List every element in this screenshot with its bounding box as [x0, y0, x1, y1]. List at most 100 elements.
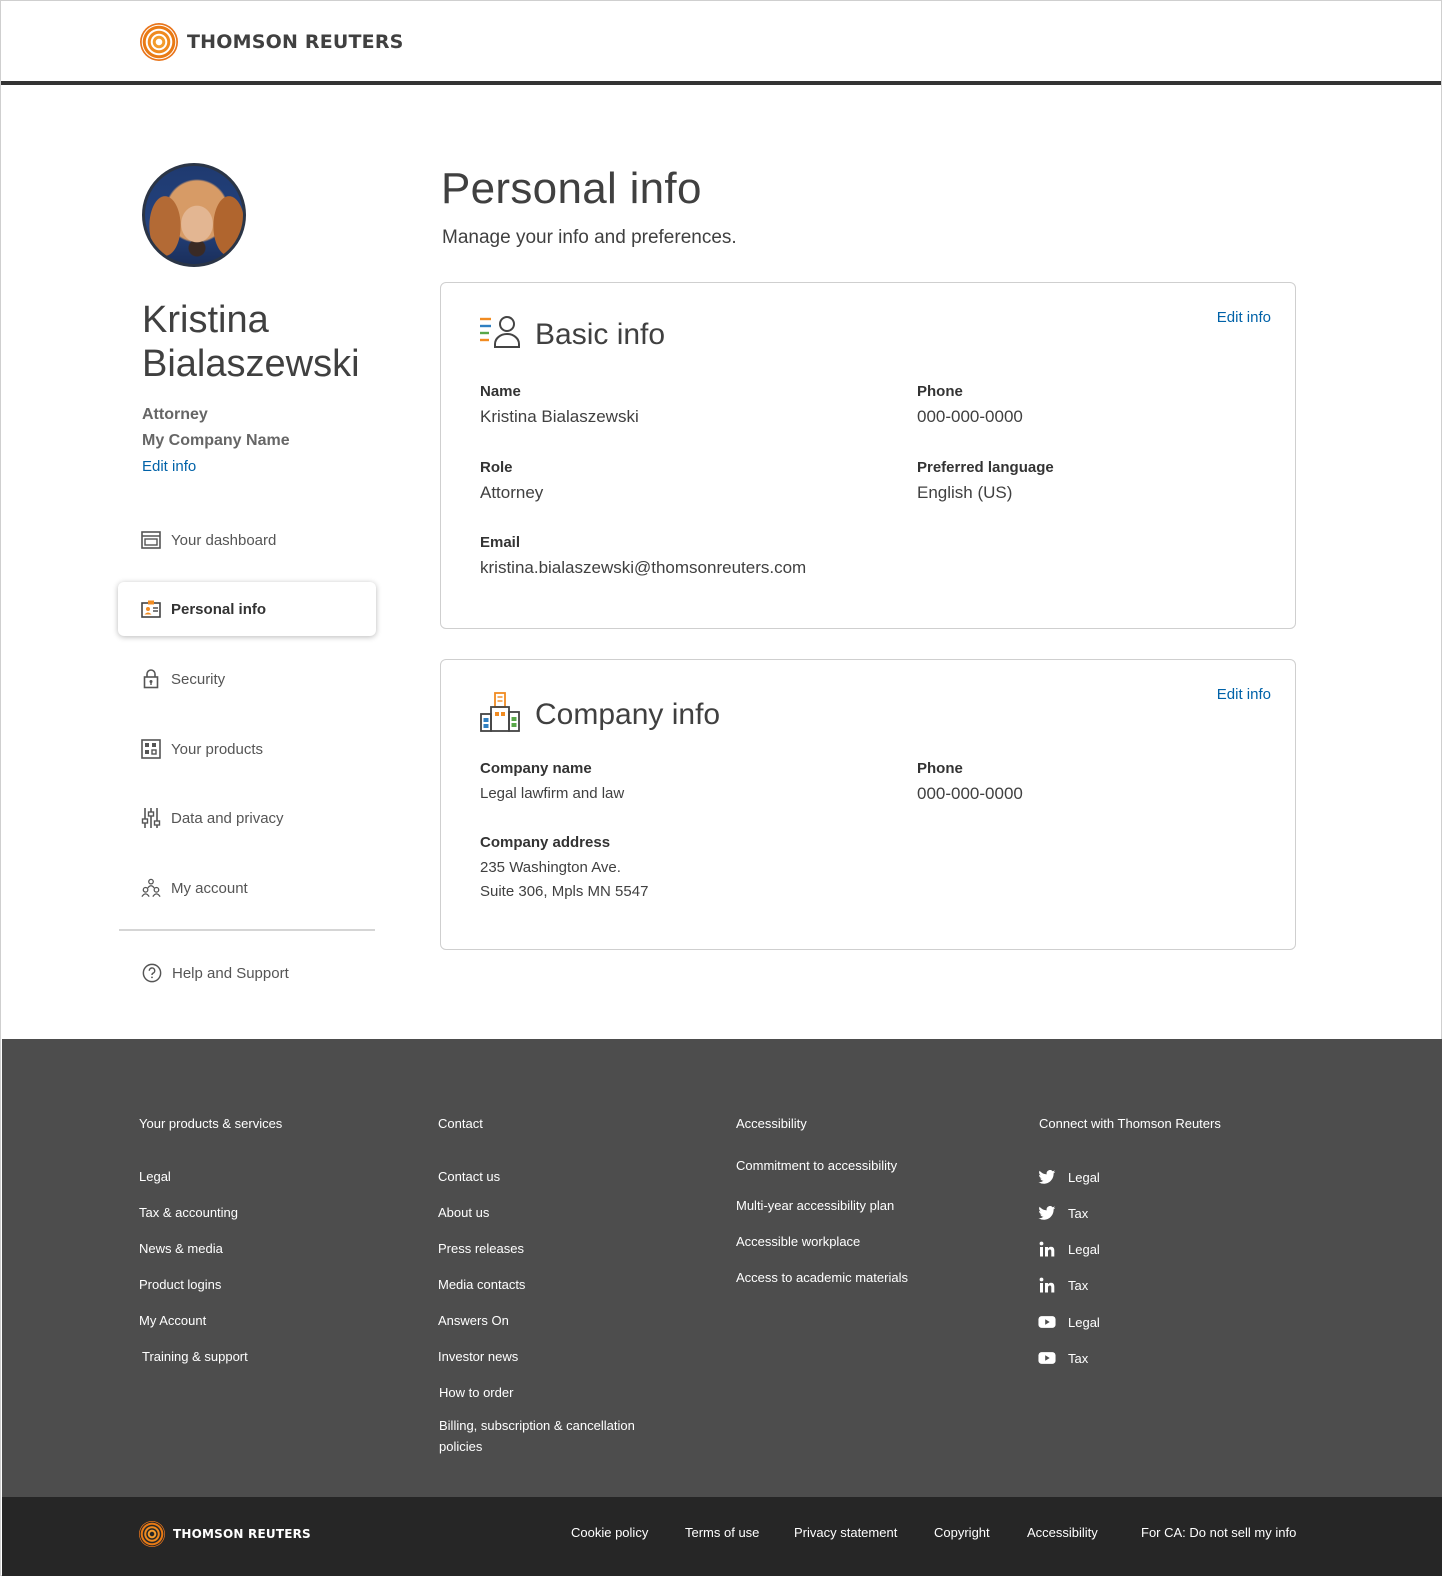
- nav-item-security[interactable]: Security: [118, 652, 376, 706]
- footer-link[interactable]: Multi-year accessibility plan: [736, 1198, 894, 1213]
- field-label: Phone: [917, 760, 963, 777]
- field-value: English (US): [917, 483, 1013, 502]
- site-footer: Your products & services Legal Tax & acc…: [2, 1039, 1442, 1497]
- nav-item-data-and-privacy[interactable]: Data and privacy: [118, 791, 376, 845]
- nav-item-my-account[interactable]: My account: [118, 861, 376, 915]
- nav-label: Your products: [171, 740, 264, 758]
- card-title: Basic info: [535, 317, 666, 351]
- social-label: Tax: [1068, 1205, 1089, 1221]
- page-subtitle: Manage your info and preferences.: [442, 227, 737, 248]
- id-card-icon: [141, 599, 161, 619]
- field-phone: Phone 000-000-0000: [917, 383, 1023, 429]
- footer-link[interactable]: Media contacts: [438, 1277, 525, 1292]
- field-company-name: Company name Legal lawfirm and law: [480, 760, 624, 806]
- bottom-link-accessibility[interactable]: Accessibility: [1027, 1525, 1098, 1540]
- footer-link-billing[interactable]: Billing, subscription & cancellation pol…: [439, 1415, 635, 1457]
- twitter-icon: [1038, 1205, 1056, 1221]
- field-value: Kristina Bialaszewski: [480, 407, 639, 426]
- thomson-reuters-logo[interactable]: THOMSON REUTERS: [140, 23, 404, 61]
- help-question-icon: [142, 963, 162, 983]
- company-building-icon: [479, 692, 521, 737]
- bottom-link-copyright[interactable]: Copyright: [934, 1525, 990, 1540]
- products-grid-icon: [141, 739, 161, 759]
- field-value: 000-000-0000: [917, 784, 1023, 803]
- billing-line-1: Billing, subscription & cancellation: [439, 1418, 635, 1433]
- social-link-linkedin-legal[interactable]: Legal: [1038, 1241, 1100, 1257]
- user-name: Kristina Bialaszewski: [142, 299, 360, 385]
- field-company-address: Company address 235 Washington Ave. Suit…: [480, 834, 648, 904]
- social-label: Legal: [1068, 1241, 1100, 1257]
- nav-item-help-and-support[interactable]: Help and Support: [118, 946, 376, 1000]
- sliders-icon: [141, 808, 161, 828]
- company-info-edit-link[interactable]: Edit info: [1217, 686, 1271, 703]
- social-link-twitter-legal[interactable]: Legal: [1038, 1169, 1100, 1185]
- nav-label: Help and Support: [172, 964, 289, 982]
- field-value: kristina.bialaszewski@thomsonreuters.com: [480, 558, 807, 577]
- footer-link[interactable]: Access to academic materials: [736, 1270, 908, 1285]
- social-label: Tax: [1068, 1277, 1089, 1293]
- basic-info-edit-link[interactable]: Edit info: [1217, 309, 1271, 326]
- site-header: THOMSON REUTERS: [1, 1, 1441, 85]
- footer-link[interactable]: Training & support: [142, 1349, 248, 1364]
- social-link-youtube-legal[interactable]: Legal: [1038, 1314, 1100, 1330]
- footer-link[interactable]: Investor news: [438, 1349, 518, 1364]
- nav-label: Data and privacy: [171, 809, 284, 827]
- footer-link[interactable]: Commitment to accessibility: [736, 1158, 897, 1173]
- field-company-phone: Phone 000-000-0000: [917, 760, 1023, 806]
- address-line-2: Suite 306, Mpls MN 5547: [480, 883, 649, 900]
- field-label: Phone: [917, 383, 963, 400]
- bottom-link-privacy-statement[interactable]: Privacy statement: [794, 1525, 897, 1540]
- nav-label: Your dashboard: [171, 531, 277, 549]
- bottom-bar: THOMSON REUTERS Cookie policy Terms of u…: [2, 1497, 1442, 1576]
- sidebar-edit-info-link[interactable]: Edit info: [142, 458, 196, 475]
- avatar: [142, 163, 246, 267]
- social-link-youtube-tax[interactable]: Tax: [1038, 1350, 1088, 1366]
- social-link-linkedin-tax[interactable]: Tax: [1038, 1277, 1088, 1293]
- footer-heading-accessibility: Accessibility: [736, 1116, 807, 1131]
- nav-label: My account: [171, 879, 248, 897]
- nav-item-your-dashboard[interactable]: Your dashboard: [118, 513, 376, 567]
- footer-link[interactable]: Tax & accounting: [139, 1205, 238, 1220]
- field-name: Name Kristina Bialaszewski: [480, 383, 639, 429]
- youtube-icon: [1038, 1350, 1056, 1366]
- card-header: Company info: [479, 692, 720, 737]
- dashboard-icon: [141, 530, 161, 550]
- field-label: Company address: [480, 834, 611, 851]
- footer-link[interactable]: My Account: [139, 1313, 206, 1328]
- nav-item-your-products[interactable]: Your products: [118, 722, 376, 776]
- social-link-twitter-tax[interactable]: Tax: [1038, 1205, 1088, 1221]
- nav-item-personal-info[interactable]: Personal info: [118, 582, 376, 636]
- bottom-link-terms-of-use[interactable]: Terms of use: [685, 1525, 759, 1540]
- page: THOMSON REUTERS Kristina Bialaszewski At…: [0, 0, 1442, 1576]
- bottom-link-cookie-policy[interactable]: Cookie policy: [571, 1525, 648, 1540]
- footer-link[interactable]: Product logins: [139, 1277, 221, 1292]
- footer-link[interactable]: Press releases: [438, 1241, 524, 1256]
- basic-info-icon: [479, 315, 521, 354]
- field-role: Role Attorney: [480, 459, 543, 505]
- bottom-logo[interactable]: THOMSON REUTERS: [139, 1521, 311, 1547]
- basic-info-card: Basic info Edit info Name Kristina Biala…: [440, 282, 1296, 629]
- social-label: Legal: [1068, 1314, 1100, 1330]
- footer-link[interactable]: Contact us: [438, 1169, 500, 1184]
- nav-label: Personal info: [171, 600, 267, 618]
- field-value: 000-000-0000: [917, 407, 1023, 426]
- field-label: Company name: [480, 760, 592, 777]
- lock-icon: [141, 669, 161, 689]
- footer-heading-products: Your products & services: [139, 1116, 283, 1131]
- logo-text: THOMSON REUTERS: [173, 1527, 311, 1541]
- field-label: Preferred language: [917, 459, 1054, 476]
- footer-link[interactable]: About us: [438, 1205, 489, 1220]
- footer-link[interactable]: How to order: [439, 1385, 513, 1400]
- footer-link[interactable]: Legal: [139, 1169, 171, 1184]
- youtube-icon: [1038, 1314, 1056, 1330]
- twitter-icon: [1038, 1169, 1056, 1185]
- user-company: My Company Name: [142, 432, 290, 449]
- bottom-link-do-not-sell[interactable]: For CA: Do not sell my info: [1141, 1525, 1296, 1540]
- footer-link[interactable]: Answers On: [438, 1313, 509, 1328]
- footer-link[interactable]: Accessible workplace: [736, 1234, 860, 1249]
- nav-divider: [119, 929, 375, 931]
- address-line-1: 235 Washington Ave.: [480, 859, 621, 876]
- tr-logo-mark-icon: [139, 1521, 165, 1547]
- footer-link[interactable]: News & media: [139, 1241, 223, 1256]
- linkedin-icon: [1038, 1241, 1056, 1257]
